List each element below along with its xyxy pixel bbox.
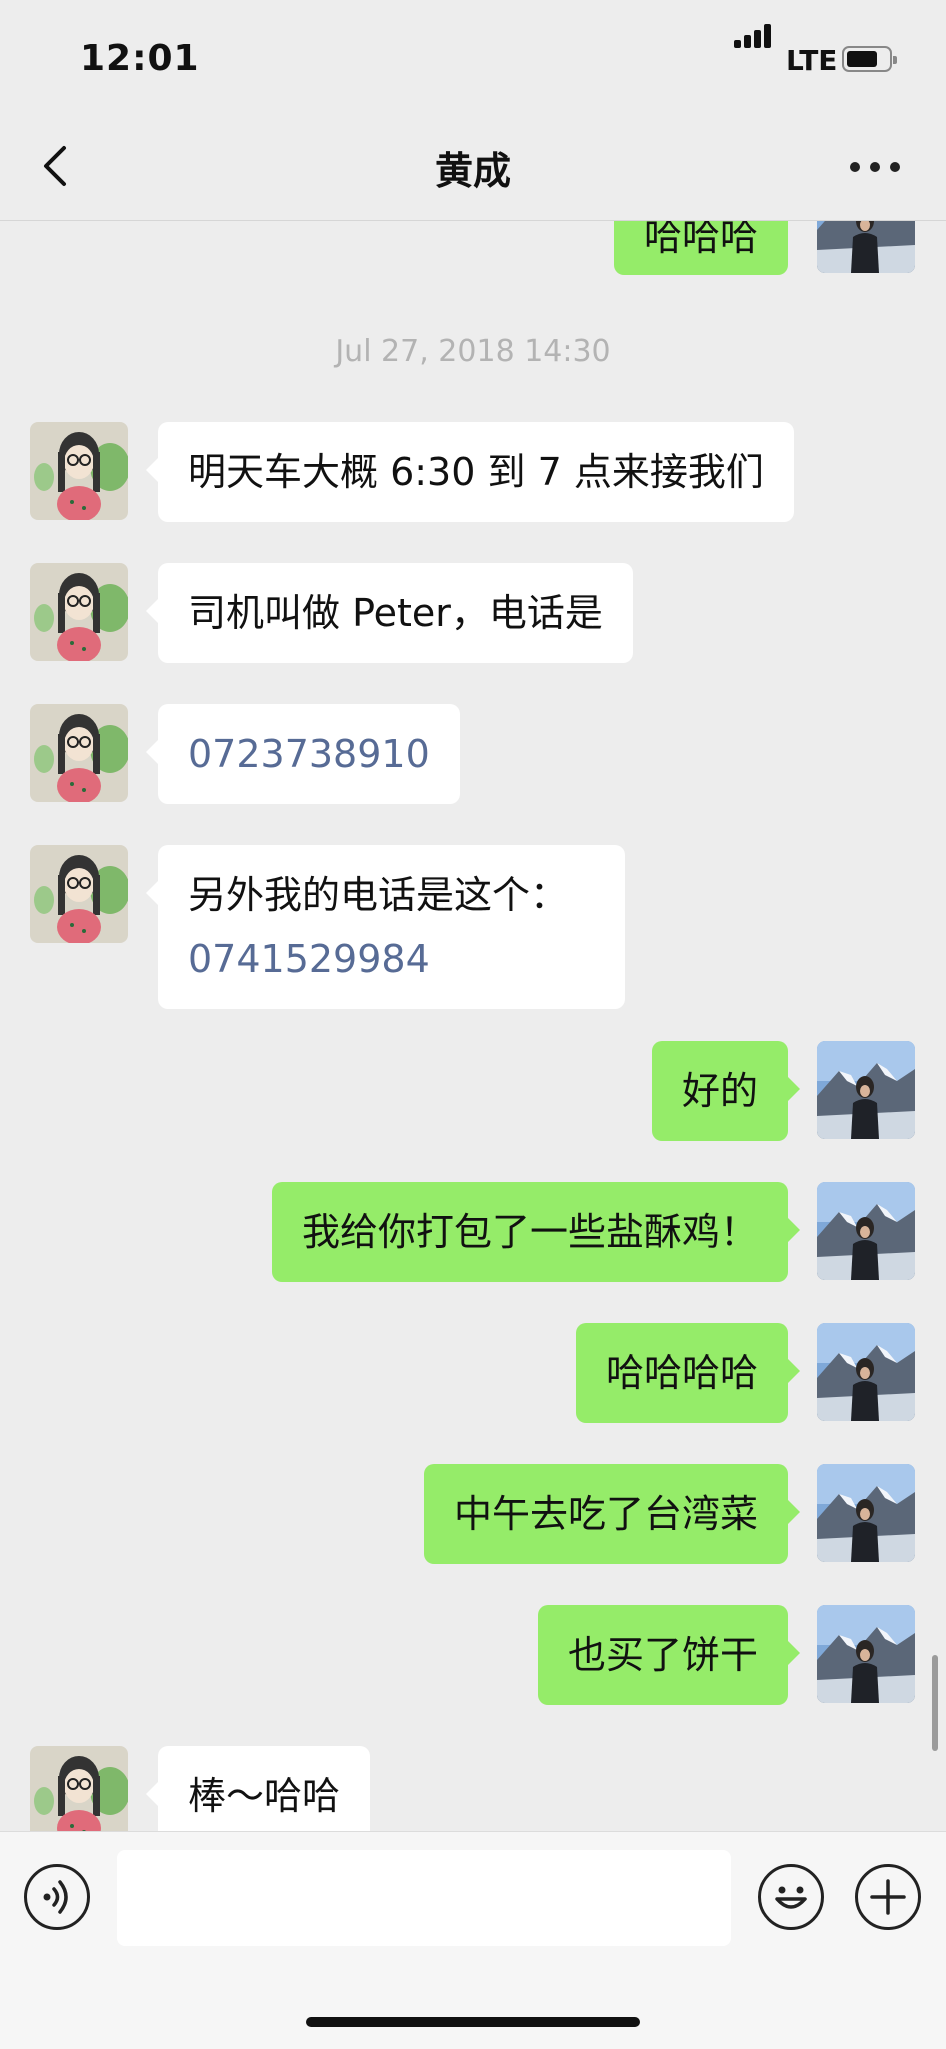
message-list[interactable]: 哈哈哈 Jul 27, 2018 14:30 明天车大概 6:30 到 7 点来… [0,221,946,1831]
status-time: 12:01 [80,38,200,79]
message-bubble[interactable]: 哈哈哈哈 [575,1323,801,1423]
emoji-icon [775,1886,807,1909]
voice-icon [43,1880,68,1914]
my-avatar[interactable] [817,221,915,273]
plus-icon [870,1879,906,1915]
chat-title: 黄成 [434,149,511,193]
contact-avatar[interactable] [30,704,128,802]
more-functions-button[interactable] [855,1864,921,1930]
my-avatar[interactable] [817,1464,915,1562]
message-bubble[interactable]: 中午去吃了台湾菜 [423,1464,801,1564]
contact-avatar[interactable] [30,563,128,661]
contact-avatar[interactable] [30,845,128,943]
my-avatar[interactable] [817,1041,915,1139]
input-bar [0,1831,946,2049]
message-text: 另外我的电话是这个： [188,873,569,917]
phone-link[interactable]: 0723738910 [146,704,460,804]
message-bubble[interactable]: 也买了饼干 [537,1605,801,1705]
voice-button[interactable] [24,1864,90,1930]
message-bubble[interactable]: 我给你打包了一些盐酥鸡！ [271,1182,801,1282]
emoji-button[interactable] [758,1864,824,1930]
chat-header: 黄成 [0,110,946,221]
my-avatar[interactable] [817,1605,915,1703]
message-bubble[interactable]: 另外我的电话是这个： 0741529984 [146,845,625,1009]
my-avatar[interactable] [817,1323,915,1421]
contact-avatar[interactable] [30,1746,128,1831]
network-type: LTE [786,44,838,77]
more-button[interactable] [850,160,900,174]
message-bubble[interactable]: 好的 [651,1041,801,1141]
scrollbar[interactable] [932,1655,938,1751]
status-bar: 12:01 LTE [0,0,946,110]
my-avatar[interactable] [817,1182,915,1280]
phone-link[interactable]: 0741529984 [188,927,595,991]
contact-avatar[interactable] [30,422,128,520]
message-bubble[interactable]: 明天车大概 6:30 到 7 点来接我们 [146,422,794,522]
battery-icon [842,46,897,72]
message-bubble[interactable]: 司机叫做 Peter，电话是 [146,563,633,663]
message-bubble[interactable]: 棒～哈哈 [145,1746,371,1831]
message-input[interactable] [117,1850,731,1946]
home-indicator[interactable] [306,2017,640,2027]
message-timestamp: Jul 27, 2018 14:30 [335,334,611,369]
message-bubble[interactable]: 哈哈哈 [613,221,788,275]
